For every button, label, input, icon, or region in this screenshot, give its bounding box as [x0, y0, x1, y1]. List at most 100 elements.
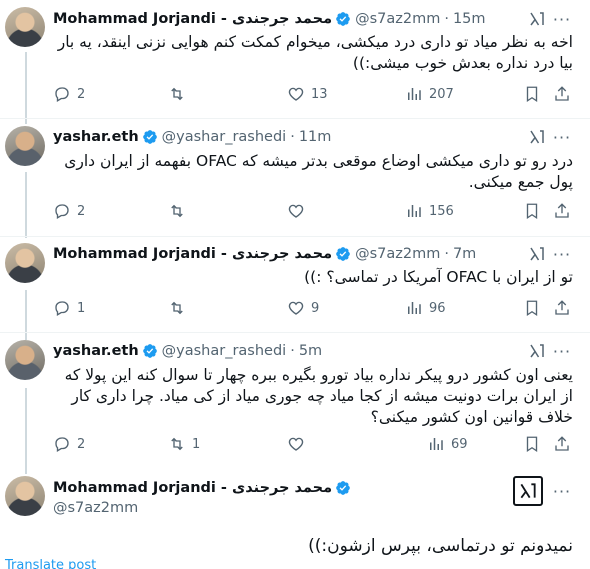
- tweet-actions: 2 13 207: [53, 84, 575, 104]
- avatar[interactable]: [5, 476, 45, 516]
- grok-button[interactable]: [513, 476, 543, 506]
- tweet[interactable]: yashar.eth @yashar_rashedi · 11m ··· درد…: [0, 119, 590, 237]
- reply-count: 1: [77, 300, 86, 316]
- grok-icon[interactable]: [528, 10, 546, 28]
- separator: ·: [444, 246, 449, 262]
- verified-badge-icon: [336, 12, 350, 26]
- tweet[interactable]: Mohammad Jorjandi - محمد جرجندی @s7az2mm…: [0, 0, 590, 118]
- bookmark-button[interactable]: [523, 298, 547, 318]
- share-button[interactable]: [553, 298, 577, 318]
- more-options-icon[interactable]: ···: [553, 128, 571, 147]
- share-icon: [555, 300, 569, 315]
- tweet[interactable]: Mohammad Jorjandi - محمد جرجندی @s7az2mm…: [0, 237, 590, 333]
- reply-count: 2: [77, 203, 86, 219]
- more-options-icon[interactable]: ···: [553, 245, 571, 264]
- tweet-actions: 2 1 69: [53, 434, 575, 454]
- like-button[interactable]: 13: [287, 84, 328, 104]
- avatar[interactable]: [5, 340, 45, 380]
- author-handle[interactable]: @yashar_rashedi: [162, 343, 287, 359]
- retweet-icon: [171, 204, 183, 218]
- author-handle[interactable]: @s7az2mm: [355, 11, 440, 27]
- reply-button[interactable]: 2: [53, 434, 85, 454]
- reply-icon: [55, 301, 69, 316]
- avatar[interactable]: [5, 7, 45, 47]
- share-button[interactable]: [553, 84, 577, 104]
- timestamp[interactable]: 7m: [453, 246, 476, 262]
- share-icon: [555, 86, 569, 101]
- tweet-header: Mohammad Jorjandi - محمد جرجندی @s7az2mm…: [53, 9, 590, 29]
- author-handle[interactable]: @yashar_rashedi: [162, 129, 287, 145]
- tweet-text: یعنی اون کشور درو پیکر نداره بیاد تورو ب…: [64, 366, 573, 426]
- timestamp[interactable]: 11m: [299, 129, 332, 145]
- like-button[interactable]: [287, 201, 311, 221]
- main-tweet-text: نمیدونم تو درتماسی، بپرس ازشون:)): [308, 536, 573, 556]
- main-tweet[interactable]: Mohammad Jorjandi - محمد جرجندی @s7az2mm…: [0, 466, 590, 569]
- views-icon: [430, 438, 443, 450]
- retweet-button[interactable]: [168, 298, 192, 318]
- bookmark-button[interactable]: [523, 84, 547, 104]
- views-count: 207: [429, 86, 454, 102]
- separator: ·: [290, 343, 295, 359]
- bookmark-button[interactable]: [523, 434, 547, 454]
- views-count: 69: [451, 436, 468, 452]
- views-icon: [408, 88, 421, 100]
- grok-icon: [520, 483, 536, 499]
- author-handle[interactable]: @s7az2mm: [53, 500, 138, 516]
- views-button[interactable]: 69: [427, 434, 468, 454]
- author-name[interactable]: Mohammad Jorjandi - محمد جرجندی: [53, 11, 332, 27]
- verified-badge-icon: [142, 130, 157, 144]
- like-count: 13: [311, 86, 328, 102]
- separator: ·: [444, 11, 449, 27]
- grok-icon[interactable]: [528, 128, 546, 146]
- author-name[interactable]: Mohammad Jorjandi - محمد جرجندی: [53, 246, 332, 262]
- translate-post-link[interactable]: Translate post: [5, 558, 96, 569]
- reply-count: 2: [77, 86, 86, 102]
- author-name[interactable]: yashar.eth: [53, 343, 139, 359]
- retweet-icon: [171, 301, 183, 315]
- timestamp[interactable]: 5m: [299, 343, 322, 359]
- author-name[interactable]: Mohammad Jorjandi - محمد جرجندی: [53, 480, 332, 496]
- tweet-header: Mohammad Jorjandi - محمد جرجندی @s7az2mm…: [53, 244, 590, 264]
- views-button[interactable]: 96: [405, 298, 446, 318]
- grok-icon[interactable]: [528, 245, 546, 263]
- share-button[interactable]: [553, 434, 577, 454]
- share-icon: [555, 436, 569, 451]
- retweet-button[interactable]: [168, 84, 192, 104]
- bookmark-button[interactable]: [523, 201, 547, 221]
- bookmark-icon: [526, 300, 538, 317]
- reply-count: 2: [77, 436, 86, 452]
- tweet-header: yashar.eth @yashar_rashedi · 5m: [53, 341, 590, 361]
- views-button[interactable]: 207: [405, 84, 454, 104]
- timestamp[interactable]: 15m: [453, 11, 486, 27]
- retweet-count: 1: [192, 436, 201, 452]
- reply-button[interactable]: 2: [53, 201, 85, 221]
- tweet-actions: 1 9 96: [53, 298, 575, 318]
- grok-icon[interactable]: [528, 342, 546, 360]
- share-icon: [555, 203, 569, 218]
- reply-button[interactable]: 2: [53, 84, 85, 104]
- share-button[interactable]: [553, 201, 577, 221]
- more-options-icon[interactable]: ···: [553, 482, 571, 501]
- author-name[interactable]: yashar.eth: [53, 129, 139, 145]
- retweet-button[interactable]: 1: [168, 434, 200, 454]
- tweet-text: اخه به نظر میاد تو داری درد میکشی، میخوا…: [57, 33, 573, 72]
- retweet-button[interactable]: [168, 201, 192, 221]
- avatar[interactable]: [5, 243, 45, 283]
- tweet-text: تو از ایران با OFAC آمریکا در تماسی؟ :)): [304, 268, 573, 286]
- avatar[interactable]: [5, 126, 45, 166]
- verified-badge-icon: [336, 247, 350, 261]
- views-icon: [408, 302, 421, 314]
- verified-badge-icon: [142, 344, 157, 358]
- heart-icon: [288, 437, 304, 451]
- views-button[interactable]: 156: [405, 201, 454, 221]
- views-icon: [408, 205, 421, 217]
- like-button[interactable]: 9: [287, 298, 319, 318]
- tweet[interactable]: yashar.eth @yashar_rashedi · 5m ··· یعنی…: [0, 333, 590, 466]
- retweet-icon: [171, 87, 183, 101]
- tweet-text: درد رو تو داری میکشی اوضاع موقعی بدتر می…: [64, 152, 573, 191]
- more-options-icon[interactable]: ···: [553, 10, 571, 29]
- more-options-icon[interactable]: ···: [553, 342, 571, 361]
- reply-button[interactable]: 1: [53, 298, 85, 318]
- author-handle[interactable]: @s7az2mm: [355, 246, 440, 262]
- like-button[interactable]: [287, 434, 311, 454]
